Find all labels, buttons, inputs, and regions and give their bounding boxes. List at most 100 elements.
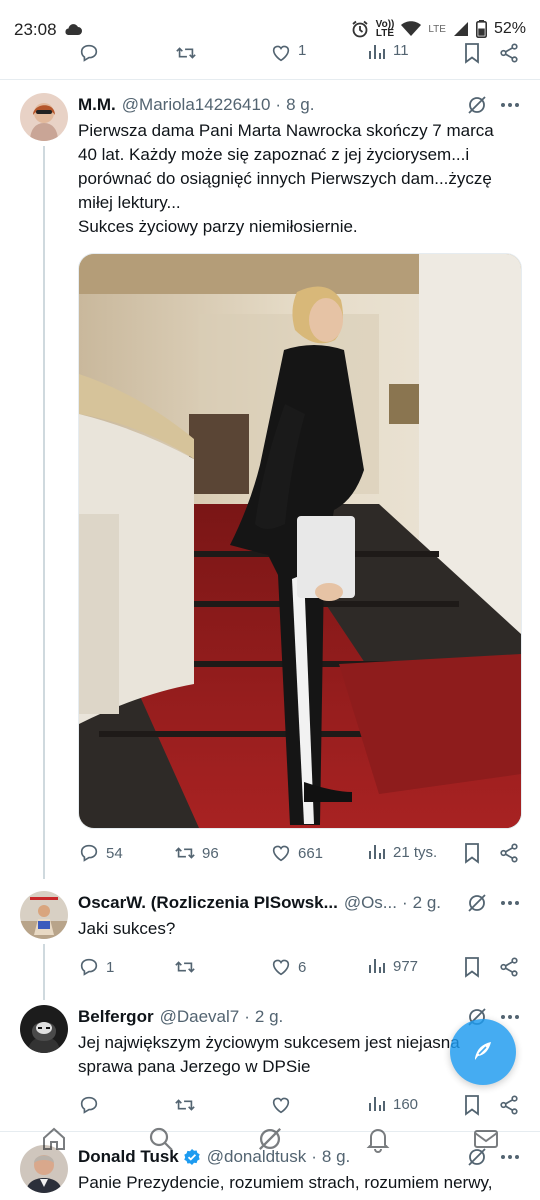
- like-action[interactable]: 661: [270, 842, 323, 864]
- reply-action[interactable]: 1: [78, 956, 114, 978]
- avatar[interactable]: [20, 891, 68, 939]
- display-name[interactable]: M.M.: [78, 95, 116, 115]
- compose-icon: [470, 1037, 496, 1068]
- retweet-action[interactable]: 96: [174, 842, 219, 864]
- tweet-text-line: miłej lektury...: [78, 193, 181, 212]
- thread-line: [43, 944, 45, 1000]
- share-icon[interactable]: [498, 956, 520, 978]
- share-icon[interactable]: [498, 1094, 520, 1116]
- like-icon: [272, 1097, 290, 1114]
- like-count: 6: [298, 958, 307, 976]
- avatar[interactable]: [20, 1005, 68, 1053]
- volte-label-bottom: LTE: [375, 28, 395, 39]
- retweet-icon: [175, 1099, 195, 1111]
- tweet-text: Panie Prezydencie, rozumiem strach, rozu…: [78, 1173, 493, 1192]
- wifi-icon: [401, 21, 422, 37]
- battery-percent: 52%: [493, 20, 526, 37]
- tweet-text: Pierwsza dama Pani Marta Nawrocka skończ…: [78, 119, 528, 239]
- bottom-navigation: [0, 1120, 540, 1160]
- retweet-action[interactable]: [174, 1094, 196, 1116]
- views-count: 160: [393, 1095, 419, 1113]
- reply-count: 1: [106, 958, 115, 976]
- handle[interactable]: @Daeval7: [160, 1007, 240, 1027]
- thread-line: [43, 146, 45, 879]
- retweet-icon[interactable]: [175, 42, 197, 64]
- like-count: 661: [298, 844, 324, 862]
- retweet-count: 96: [202, 844, 219, 862]
- reply-icon: [80, 1096, 98, 1114]
- like-action[interactable]: 6: [270, 956, 306, 978]
- reply-icon: [80, 958, 98, 976]
- like-icon: [272, 959, 290, 976]
- like-icon: [272, 45, 290, 62]
- grok-icon[interactable]: [466, 892, 488, 914]
- more-icon[interactable]: [499, 94, 521, 116]
- bookmark-icon[interactable]: [462, 1094, 482, 1116]
- like-action[interactable]: 1: [270, 42, 306, 64]
- previous-tweet-actions: 1 11: [0, 40, 540, 64]
- views-action[interactable]: 21 tys.: [367, 842, 437, 862]
- reply-action[interactable]: [78, 1094, 100, 1116]
- battery-icon: [475, 20, 487, 38]
- reply-icon[interactable]: [78, 42, 100, 64]
- bookmark-icon[interactable]: [462, 842, 482, 864]
- lte-label: LTE: [428, 23, 446, 35]
- bookmark-icon[interactable]: [462, 956, 482, 978]
- views-icon: [369, 845, 385, 859]
- display-name[interactable]: Belfergor: [78, 1007, 154, 1027]
- retweet-action[interactable]: [174, 956, 196, 978]
- views-icon: [369, 1097, 385, 1111]
- reply-icon: [80, 844, 98, 862]
- tweet-text-line: 40 lat. Każdy może się zapoznać z jej ży…: [78, 145, 470, 164]
- home-icon[interactable]: [40, 1125, 68, 1158]
- more-icon[interactable]: [499, 892, 521, 914]
- retweet-icon: [175, 961, 195, 973]
- tweet-text-line: porównać do osiągnięć innych Pierwszych …: [78, 169, 492, 188]
- retweet-icon: [175, 847, 195, 859]
- reply-action[interactable]: 54: [78, 842, 123, 864]
- tweet-header: M.M. @Mariola14226410 · 8 g.: [78, 95, 315, 115]
- tweet-actions: 54 96 661 21 tys.: [78, 842, 524, 866]
- tweet-actions: 1 6 977: [78, 956, 524, 980]
- timestamp[interactable]: 8 g.: [286, 95, 314, 115]
- tweet-photo[interactable]: [78, 253, 522, 829]
- share-icon[interactable]: [498, 42, 520, 64]
- grok-nav-icon[interactable]: [256, 1125, 284, 1158]
- status-time: 23:08: [14, 20, 57, 39]
- share-icon[interactable]: [498, 842, 520, 864]
- messages-icon[interactable]: [472, 1125, 500, 1158]
- views-action[interactable]: 11: [367, 42, 409, 62]
- handle[interactable]: @Mariola14226410: [122, 95, 271, 115]
- like-icon: [272, 845, 290, 862]
- views-icon: [369, 45, 385, 59]
- timestamp[interactable]: 2 g.: [255, 1007, 283, 1027]
- views-action[interactable]: 977: [367, 956, 418, 976]
- tweet-actions: 160: [78, 1094, 524, 1118]
- views-action[interactable]: 160: [367, 1094, 418, 1114]
- tweet-text: Jaki sukces?: [78, 919, 176, 938]
- like-action[interactable]: [270, 1094, 292, 1116]
- tweet-header: Belfergor @Daeval7 · 2 g.: [78, 1007, 284, 1027]
- avatar[interactable]: [20, 93, 68, 141]
- cloud-icon: [63, 22, 83, 41]
- timestamp[interactable]: 2 g.: [413, 893, 441, 913]
- like-count: 1: [298, 42, 307, 59]
- photo-illustration: [79, 254, 521, 828]
- display-name[interactable]: OscarW. (Rozliczenia PISowsk...: [78, 893, 338, 913]
- grok-icon[interactable]: [466, 94, 488, 116]
- search-icon[interactable]: [147, 1125, 175, 1158]
- views-icon: [369, 959, 385, 973]
- signal-icon: [453, 21, 469, 37]
- compose-button[interactable]: [450, 1019, 516, 1085]
- views-count: 11: [393, 42, 409, 59]
- volte-icon: Vo)) LTE: [375, 20, 395, 39]
- bookmark-icon[interactable]: [462, 42, 482, 64]
- divider: [0, 79, 540, 80]
- tweet-text-line: Pierwsza dama Pani Marta Nawrocka skończ…: [78, 121, 494, 140]
- tweet-header: OscarW. (Rozliczenia PISowsk... @Os... ·…: [78, 893, 441, 913]
- views-count: 21 tys.: [393, 843, 438, 861]
- notifications-icon[interactable]: [364, 1125, 392, 1158]
- reply-count: 54: [106, 844, 123, 862]
- handle[interactable]: @Os...: [344, 893, 397, 913]
- alarm-icon: [351, 20, 369, 38]
